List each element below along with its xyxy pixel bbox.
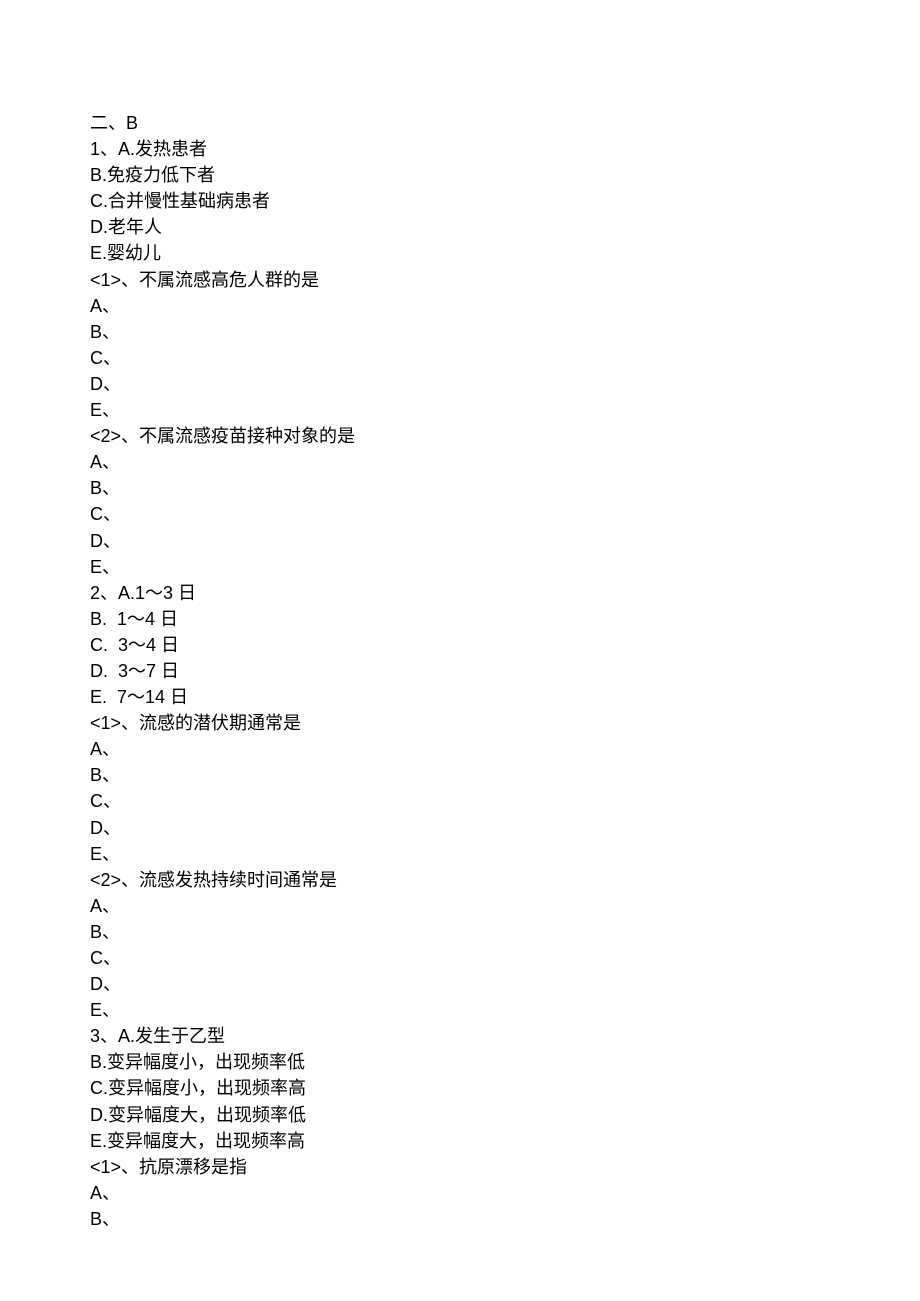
q3-option-b: B.变异幅度小，出现频率低 <box>90 1049 830 1075</box>
choice-d: D、 <box>90 815 830 841</box>
choice-b: B、 <box>90 319 830 345</box>
choice-c: C、 <box>90 788 830 814</box>
choice-a: A、 <box>90 293 830 319</box>
choice-b: B、 <box>90 475 830 501</box>
q1-option-d: D.老年人 <box>90 214 830 240</box>
q1-sub2: <2>、不属流感疫苗接种对象的是 <box>90 423 830 449</box>
choice-e: E、 <box>90 554 830 580</box>
choice-a: A、 <box>90 893 830 919</box>
q2-option-e: E. 7～14 日 <box>90 684 830 710</box>
choice-e: E、 <box>90 997 830 1023</box>
q2-option-b: B. 1～4 日 <box>90 606 830 632</box>
q2-option-d: D. 3～7 日 <box>90 658 830 684</box>
q3-option-c: C.变异幅度小，出现频率高 <box>90 1075 830 1101</box>
choice-d: D、 <box>90 371 830 397</box>
q2-sub2: <2>、流感发热持续时间通常是 <box>90 867 830 893</box>
choice-d: D、 <box>90 528 830 554</box>
q3-stem: 3、A.发生于乙型 <box>90 1023 830 1049</box>
choice-c: C、 <box>90 501 830 527</box>
choice-d: D、 <box>90 971 830 997</box>
choice-a: A、 <box>90 1180 830 1206</box>
q3-option-e: E.变异幅度大，出现频率高 <box>90 1128 830 1154</box>
q3-sub1: <1>、抗原漂移是指 <box>90 1154 830 1180</box>
choice-b: B、 <box>90 762 830 788</box>
q2-sub1: <1>、流感的潜伏期通常是 <box>90 710 830 736</box>
q2-stem: 2、A.1～3 日 <box>90 580 830 606</box>
choice-e: E、 <box>90 397 830 423</box>
section-header: 二、B <box>90 110 830 136</box>
choice-a: A、 <box>90 736 830 762</box>
q1-option-e: E.婴幼儿 <box>90 240 830 266</box>
q2-option-c: C. 3～4 日 <box>90 632 830 658</box>
q1-option-c: C.合并慢性基础病患者 <box>90 188 830 214</box>
q1-stem: 1、A.发热患者 <box>90 136 830 162</box>
q1-option-b: B.免疫力低下者 <box>90 162 830 188</box>
choice-b: B、 <box>90 919 830 945</box>
choice-b: B、 <box>90 1206 830 1232</box>
q3-option-d: D.变异幅度大，出现频率低 <box>90 1102 830 1128</box>
choice-c: C、 <box>90 345 830 371</box>
choice-c: C、 <box>90 945 830 971</box>
choice-e: E、 <box>90 841 830 867</box>
choice-a: A、 <box>90 449 830 475</box>
q1-sub1: <1>、不属流感高危人群的是 <box>90 267 830 293</box>
